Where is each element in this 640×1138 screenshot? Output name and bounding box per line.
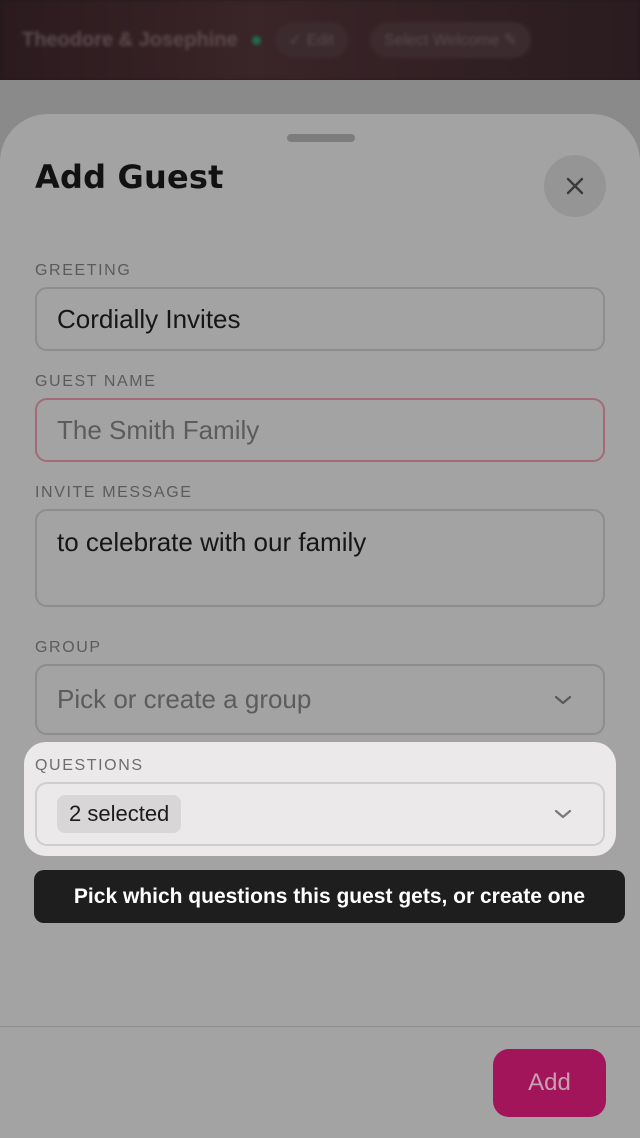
app-title: Theodore & Josephine (22, 28, 238, 51)
select-welcome-chip: Select Welcome ✎ (370, 22, 532, 58)
edit-label: Edit (306, 32, 335, 49)
guest-name-placeholder: The Smith Family (57, 414, 260, 445)
questions-spotlight: QUESTIONS 2 selected (24, 742, 616, 856)
questions-selected-tag: 2 selected (57, 795, 182, 833)
footer-divider (0, 1026, 640, 1027)
questions-tooltip: Pick which questions this guest gets, or… (34, 870, 625, 923)
chevron-down-icon (554, 695, 572, 704)
greeting-value: Cordially Invites (57, 303, 241, 334)
edit-chip: ✓ Edit (274, 22, 349, 58)
group-placeholder: Pick or create a group (57, 684, 312, 714)
invite-message-label: INVITE MESSAGE (35, 484, 193, 501)
add-guest-sheet: Add Guest GREETING Cordially Invites GUE… (0, 114, 640, 1138)
greeting-input[interactable]: Cordially Invites (35, 287, 605, 351)
sheet-title: Add Guest (35, 158, 224, 196)
group-select[interactable]: Pick or create a group (35, 664, 605, 735)
status-dot (251, 35, 261, 45)
questions-select[interactable]: 2 selected (35, 782, 605, 846)
chevron-down-icon (554, 809, 572, 819)
app-top-bar: Theodore & Josephine ✓ Edit Select Welco… (0, 0, 640, 80)
select-welcome-label: Select Welcome (384, 32, 500, 49)
guest-name-input[interactable]: The Smith Family (35, 398, 605, 462)
guest-name-label: GUEST NAME (35, 373, 157, 390)
greeting-label: GREETING (35, 262, 132, 279)
close-button[interactable] (544, 155, 606, 217)
group-label: GROUP (35, 639, 102, 656)
close-icon (566, 177, 584, 195)
invite-message-value: to celebrate with our family (57, 527, 367, 557)
invite-message-textarea[interactable]: to celebrate with our family (35, 509, 605, 607)
questions-label: QUESTIONS (35, 757, 144, 774)
add-button[interactable]: Add (493, 1049, 606, 1117)
sheet-grabber[interactable] (287, 134, 355, 142)
